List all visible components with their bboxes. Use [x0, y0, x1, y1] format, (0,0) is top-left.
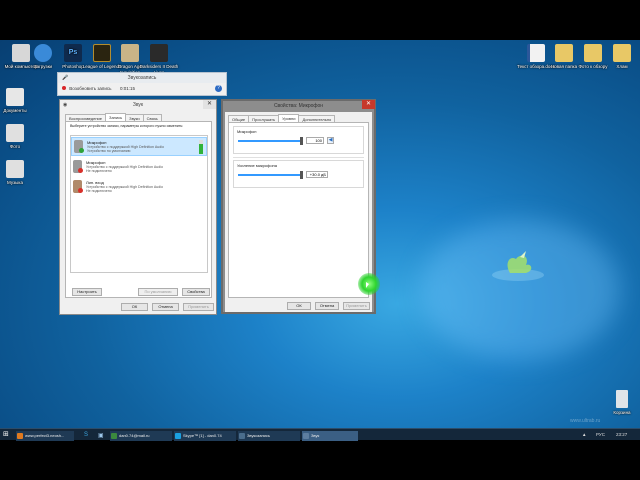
taskbar: ⊞ www.perfect3.neosh... S ▣ dan0.74@mail…: [0, 428, 640, 441]
close-icon[interactable]: ✕: [203, 100, 216, 109]
check-icon: [79, 148, 84, 153]
language-indicator[interactable]: РУС: [596, 429, 605, 441]
apply-button[interactable]: Применить: [183, 303, 214, 311]
boost-fill: [238, 174, 302, 176]
apply-button[interactable]: Применить: [343, 302, 370, 310]
boost-thumb[interactable]: [300, 171, 303, 179]
boost-level-label: Усиление микрофона: [237, 163, 277, 168]
mic-titlebar[interactable]: Свойства: Микрофон ✕: [223, 100, 375, 111]
properties-button[interactable]: Свойства: [182, 288, 210, 296]
mail-icon: [111, 433, 117, 439]
taskbar-item-recorder[interactable]: Звукозапись: [238, 431, 300, 441]
desktop-icon-documents[interactable]: Документы: [0, 88, 36, 114]
device-status: Не подключено: [86, 189, 112, 193]
screen: Мой компьютер Загрузки Ps Photoshop Leag…: [0, 0, 640, 480]
mic-title: Свойства: Микрофон: [273, 103, 324, 109]
recorder-title: Звукозапись: [127, 75, 157, 81]
sound-title: Звук: [132, 102, 144, 108]
recycle-bin-icon: [616, 390, 628, 408]
boost-slider[interactable]: [238, 171, 303, 179]
close-icon[interactable]: ✕: [362, 100, 375, 109]
mic-level-label: Микрофон: [237, 129, 257, 134]
desktop-icon-recycle-bin[interactable]: Корзина: [601, 390, 640, 416]
ok-button[interactable]: ОК: [121, 303, 148, 311]
clock[interactable]: 23:27: [616, 429, 627, 441]
divider: [233, 157, 364, 158]
speaker-mute-icon[interactable]: ◀: [327, 137, 334, 144]
taskbar-item-skype[interactable]: Skype™ [1] - dan0.74: [174, 431, 236, 441]
speaker-icon: [303, 433, 309, 439]
microphone-icon: [239, 433, 245, 439]
tray-arrow-icon[interactable]: ▲: [582, 429, 586, 441]
recorder-time: 0:01:15: [120, 86, 136, 91]
desktop-icon-photos[interactable]: Фото: [0, 124, 36, 150]
wallpaper-logo-icon: [492, 251, 544, 281]
recorder-titlebar[interactable]: 🎤 Звукозапись: [58, 73, 226, 83]
mic-level-value[interactable]: 100: [306, 137, 324, 144]
device-status: Устройство по умолчанию: [87, 149, 131, 153]
speaker-icon: ◉: [63, 102, 68, 108]
skype-pin-icon[interactable]: S: [84, 432, 88, 438]
cancel-button[interactable]: Отмена: [152, 303, 179, 311]
level-meter: [199, 140, 203, 154]
folder-icon: [613, 44, 631, 62]
ok-button[interactable]: ОК: [287, 302, 311, 310]
folder-icon: [584, 44, 602, 62]
instruction-text: Выберите устройство записи, параметры ко…: [70, 124, 184, 128]
configure-button[interactable]: Настроить: [72, 288, 102, 296]
disconnected-icon: [78, 168, 83, 173]
desktop-icon-music[interactable]: Музыка: [0, 160, 36, 186]
desktop-icon-junk[interactable]: Хлам: [601, 44, 640, 70]
skype-icon: [175, 433, 181, 439]
taskbar-item-sound[interactable]: Звук: [302, 431, 358, 441]
sound-dialog[interactable]: ◉ Звук ✕ Воспроизведение Запись Звуки Св…: [59, 99, 217, 315]
download-icon: [34, 44, 52, 62]
pinned-app-icon[interactable]: ▣: [98, 432, 104, 439]
record-dot-icon: [62, 86, 66, 90]
watermark: www.ultrab.ru: [570, 418, 601, 424]
mic-body: Общие Прослушать Уровни Дополнительно Ми…: [225, 112, 372, 312]
device-item[interactable]: Микрофон Устройство с поддержкой High De…: [71, 158, 207, 177]
recorder-resume[interactable]: Возобновить запись: [62, 86, 111, 91]
music-icon: [6, 160, 24, 178]
browser-icon: [17, 433, 23, 439]
cancel-button[interactable]: Отмена: [315, 302, 339, 310]
boost-level-value[interactable]: +30.0 дБ: [306, 171, 328, 178]
disconnected-icon: [78, 188, 83, 193]
cursor-highlight: [358, 273, 380, 295]
start-windows-icon[interactable]: ⊞: [3, 431, 11, 439]
dragon-age-icon: [121, 44, 139, 62]
microphone-icon: 🎤: [62, 75, 69, 81]
taskbar-item-browser[interactable]: www.perfect3.neosh...: [16, 431, 74, 441]
mic-level-thumb[interactable]: [300, 137, 303, 145]
mouse-pointer-icon: [366, 282, 369, 288]
desktop[interactable]: Мой компьютер Загрузки Ps Photoshop Leag…: [0, 40, 640, 428]
mic-level-fill: [238, 140, 302, 142]
mic-level-group: Микрофон 100 ◀: [233, 126, 364, 154]
sound-titlebar[interactable]: ◉ Звук ✕: [60, 100, 216, 110]
photos-icon: [6, 124, 24, 142]
help-icon[interactable]: ?: [215, 85, 222, 92]
folder-icon: [555, 44, 573, 62]
boost-level-group: Усиление микрофона +30.0 дБ: [233, 160, 364, 188]
device-list[interactable]: Микрофон Устройство с поддержкой High De…: [70, 135, 208, 273]
device-item[interactable]: Лин. вход Устройство с поддержкой High D…: [71, 178, 207, 197]
device-item-selected[interactable]: Микрофон Устройство с поддержкой High De…: [71, 137, 207, 156]
taskbar-item-mail[interactable]: dan0.74@mail.ru: [110, 431, 172, 441]
desktop-icon-darksiders[interactable]: Darksiders II Death Lives: [138, 44, 180, 75]
photoshop-icon: Ps: [64, 44, 82, 62]
darksiders-icon: [150, 44, 168, 62]
device-status: Не подключено: [86, 169, 112, 173]
set-default-button[interactable]: По умолчанию: [138, 288, 178, 296]
recorder-window[interactable]: 🎤 Звукозапись Возобновить запись 0:01:15…: [57, 72, 227, 96]
mic-properties-dialog[interactable]: Свойства: Микрофон ✕ Общие Прослушать Ур…: [221, 99, 376, 314]
mic-level-slider[interactable]: [238, 137, 303, 145]
documents-icon: [6, 88, 24, 106]
recording-panel: Выберите устройство записи, параметры ко…: [65, 121, 212, 298]
levels-panel: Микрофон 100 ◀ Усиление микрофона +30.0 …: [228, 122, 369, 298]
